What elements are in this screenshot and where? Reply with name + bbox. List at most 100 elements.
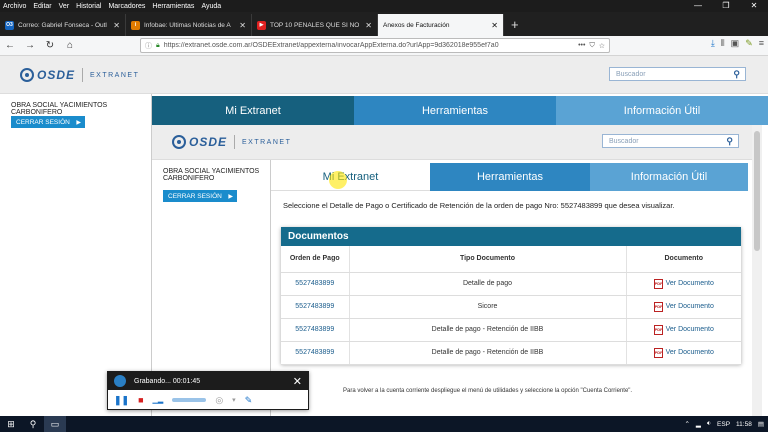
tipo-cell: Detalle de pago xyxy=(349,272,627,296)
outlook-icon: O3 xyxy=(5,20,14,30)
inner-search-input[interactable]: Buscador ⚲ xyxy=(602,134,739,148)
windows-start-icon[interactable]: ⊞ xyxy=(0,416,22,432)
home-icon[interactable]: ⌂ xyxy=(60,40,80,51)
youtube-icon: ▶ xyxy=(257,20,266,30)
url-text[interactable]: https://extranet.osde.com.ar/OSDEExtrane… xyxy=(164,42,574,49)
documents-table: Orden de Pago Tipo Documento Documento 5… xyxy=(281,246,741,365)
page-actions-icon[interactable]: ••• xyxy=(578,42,585,49)
notifications-icon[interactable]: ▤ xyxy=(758,420,764,428)
forward-icon[interactable]: → xyxy=(20,40,40,51)
maximize-button[interactable]: ❐ xyxy=(712,0,740,12)
osde-logo[interactable]: OSDE EXTRANET xyxy=(172,135,291,149)
close-tab-icon[interactable]: ✕ xyxy=(239,21,246,30)
pocket-icon[interactable]: ⛉ xyxy=(589,42,594,50)
tipo-cell: Detalle de pago - Retención de IIBB xyxy=(349,341,627,365)
close-tab-icon[interactable]: ✕ xyxy=(365,21,372,30)
network-icon[interactable]: ▂ xyxy=(696,420,701,428)
menu-editar[interactable]: Editar xyxy=(33,3,51,10)
osde-logo-icon xyxy=(172,135,186,149)
system-tray: ⌃ ▂ 🔉︎ ESP 11:58 ▤ xyxy=(684,416,764,432)
outer-sidebar: OBRA SOCIAL YACIMIENTOS CARBONIFERO CERR… xyxy=(0,94,152,416)
dropdown-icon[interactable]: ▾ xyxy=(232,396,236,404)
pause-icon[interactable]: ❚❚ xyxy=(114,395,129,406)
webcam-icon[interactable]: ◎ xyxy=(215,395,223,406)
close-window-button[interactable]: ✕ xyxy=(740,0,768,12)
play-icon: ▶ xyxy=(228,193,233,200)
ver-documento-link[interactable]: PDF Ver Documento xyxy=(653,347,714,358)
table-row: 5527483899 Detalle de pago - Retención d… xyxy=(281,318,741,342)
inner-nav-mi-extranet[interactable]: Mi Extranet xyxy=(271,163,430,191)
tab-anexos[interactable]: Anexos de Facturación ✕ xyxy=(378,14,504,36)
documents-panel: Documentos Orden de Pago Tipo Documento … xyxy=(281,227,741,365)
search-icon[interactable]: ⚲ xyxy=(726,136,738,147)
menu-archivo[interactable]: Archivo xyxy=(3,3,26,10)
extension-icon[interactable]: ✎ xyxy=(745,38,753,49)
menu-icon[interactable]: ≡ xyxy=(759,38,764,49)
minimize-button[interactable]: — xyxy=(684,0,712,12)
inner-nav-herramientas[interactable]: Herramientas xyxy=(430,163,590,191)
inner-header: OSDE EXTRANET Buscador ⚲ xyxy=(152,125,752,160)
tab-youtube[interactable]: ▶ TOP 10 PENALES QUE SI NO ✕ xyxy=(252,14,378,36)
prompt-text: Seleccione el Detalle de Pago o Certific… xyxy=(283,201,675,210)
lock-icon: 🔒︎ xyxy=(156,41,160,49)
menu-historial[interactable]: Historial xyxy=(76,3,101,10)
menu-ayuda[interactable]: Ayuda xyxy=(201,3,221,10)
tray-expand-icon[interactable]: ⌃ xyxy=(684,420,689,428)
col-tipo: Tipo Documento xyxy=(349,246,627,273)
file-explorer-icon[interactable]: ▭ xyxy=(44,416,66,432)
menu-bar: Archivo Editar Ver Historial Marcadores … xyxy=(0,0,768,12)
menu-herramientas[interactable]: Herramientas xyxy=(152,3,194,10)
org-name: OBRA SOCIAL YACIMIENTOS CARBONIFERO xyxy=(163,168,260,182)
bookmark-star-icon[interactable]: ☆ xyxy=(599,42,605,50)
stop-icon[interactable]: ■ xyxy=(138,395,143,405)
search-icon[interactable]: ⚲ xyxy=(733,69,745,80)
volume-icon[interactable]: 🔉︎ xyxy=(707,420,711,428)
url-bar[interactable]: ⓘ 🔒︎ https://extranet.osde.com.ar/OSDEEx… xyxy=(140,38,610,53)
logout-button[interactable]: CERRAR SESIÓN ▶ xyxy=(11,116,85,128)
info-icon[interactable]: ⓘ xyxy=(145,41,152,51)
sidebar-icon[interactable]: ▣ xyxy=(731,38,740,49)
volume-slider[interactable] xyxy=(172,398,207,402)
osde-logo[interactable]: OSDE EXTRANET xyxy=(20,68,139,82)
close-tab-icon[interactable]: ✕ xyxy=(113,21,120,30)
scrollbar[interactable] xyxy=(752,125,762,416)
orden-cell: 5527483899 xyxy=(281,272,350,296)
recorder-close-icon[interactable]: ✕ xyxy=(293,375,302,388)
tab-infobae[interactable]: i Infobae: Últimas Noticias de A ✕ xyxy=(126,14,252,36)
window-controls: — ❐ ✕ xyxy=(684,0,768,12)
documents-title: Documentos xyxy=(281,227,741,246)
ver-documento-link[interactable]: PDF Ver Documento xyxy=(653,301,714,312)
table-row: 5527483899 Sicore PDF Ver Documento xyxy=(281,295,741,319)
reload-icon[interactable]: ↻ xyxy=(40,40,60,51)
scrollbar-thumb[interactable] xyxy=(754,131,760,251)
outer-search-input[interactable]: Buscador ⚲ xyxy=(609,67,746,81)
download-icon[interactable]: ⤓ xyxy=(711,38,715,49)
nav-bar: ← → ↻ ⌂ ⓘ 🔒︎ https://extranet.osde.com.a… xyxy=(0,36,768,56)
menu-marcadores[interactable]: Marcadores xyxy=(108,3,145,10)
nav-mi-extranet[interactable]: Mi Extranet xyxy=(152,96,354,125)
clock[interactable]: 11:58 xyxy=(736,421,752,428)
ver-documento-link[interactable]: PDF Ver Documento xyxy=(653,324,714,335)
tab-title: Infobae: Últimas Noticias de A xyxy=(144,21,231,29)
recorder-status: Grabando... 00:01:45 xyxy=(134,377,201,385)
menu-ver[interactable]: Ver xyxy=(59,3,70,10)
tab-title: TOP 10 PENALES QUE SI NO xyxy=(270,21,360,29)
library-icon[interactable]: ⫴ xyxy=(721,38,725,49)
language-indicator[interactable]: ESP xyxy=(717,421,730,428)
logout-button[interactable]: CERRAR SESIÓN ▶ xyxy=(163,190,237,202)
close-tab-icon[interactable]: ✕ xyxy=(491,21,498,30)
nav-herramientas[interactable]: Herramientas xyxy=(354,96,556,125)
outer-header: OSDE EXTRANET Buscador ⚲ xyxy=(0,56,768,94)
tab-title: Correo: Gabriel Fonseca - Outl xyxy=(18,21,107,29)
new-tab-button[interactable]: + xyxy=(504,14,526,36)
pen-icon[interactable]: ✎ xyxy=(245,395,253,406)
tab-outlook[interactable]: O3 Correo: Gabriel Fonseca - Outl ✕ xyxy=(0,14,126,36)
pdf-icon: PDF xyxy=(653,301,663,312)
search-icon[interactable]: ⚲ xyxy=(22,416,44,432)
recorder-titlebar[interactable]: Grabando... 00:01:45 ✕ xyxy=(108,372,308,390)
mic-level-icon: ▁▂ xyxy=(152,397,164,404)
ver-documento-link[interactable]: PDF Ver Documento xyxy=(653,278,714,289)
inner-nav-informacion-util[interactable]: Información Útil xyxy=(590,163,748,191)
nav-informacion-util[interactable]: Información Útil xyxy=(556,96,768,125)
back-icon[interactable]: ← xyxy=(0,40,20,51)
